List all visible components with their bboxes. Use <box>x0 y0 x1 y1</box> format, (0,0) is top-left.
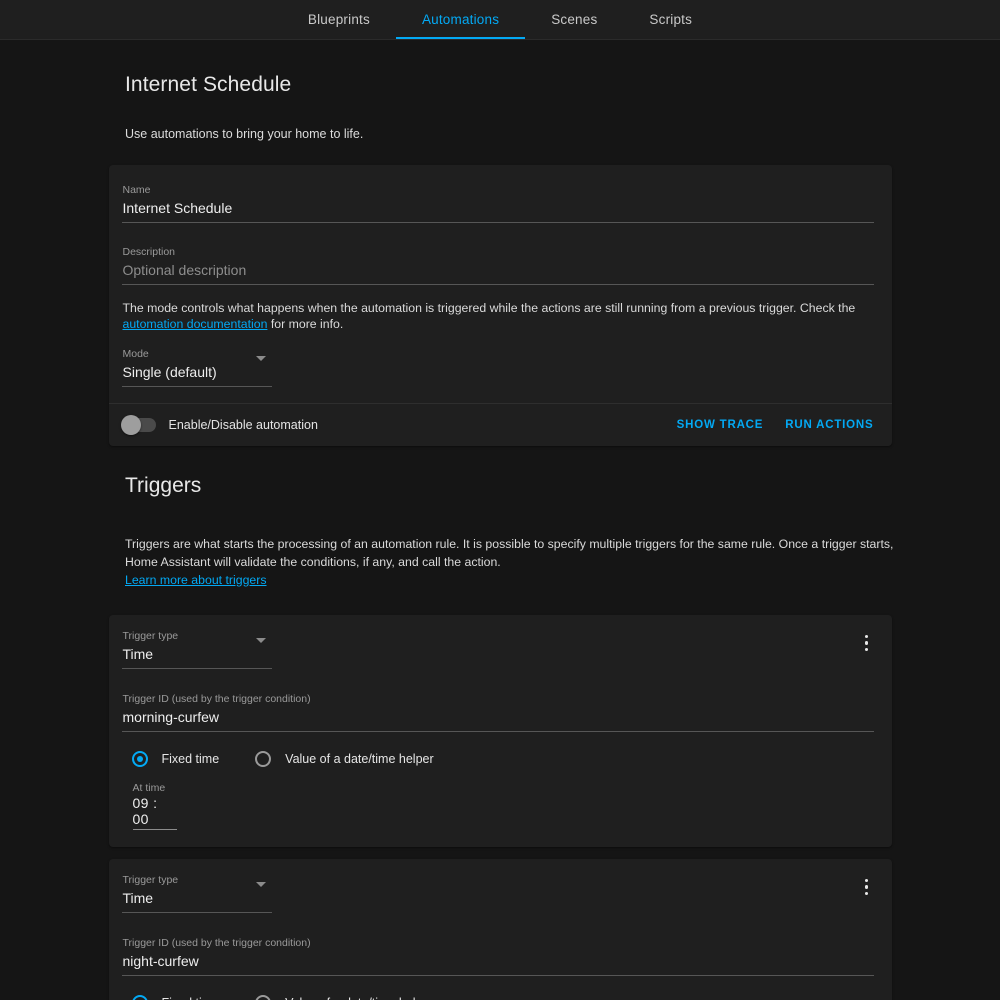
trigger-overflow-menu-icon[interactable] <box>856 628 878 658</box>
config-card-body: Name Internet Schedule Description Optio… <box>109 165 892 403</box>
mode-note: The mode controls what happens when the … <box>123 301 874 332</box>
trigger-id-label: Trigger ID (used by the trigger conditio… <box>122 937 311 949</box>
page-subtitle: Use automations to bring your home to li… <box>125 127 364 141</box>
at-time-input[interactable]: 09 : 00 <box>132 795 177 830</box>
tab-automations[interactable]: Automations <box>395 0 526 39</box>
radio-datetime-helper-label: Value of a date/time helper <box>285 752 434 766</box>
description-input[interactable]: Optional description <box>121 259 874 285</box>
radio-fixed-time[interactable] <box>131 995 148 1000</box>
footer-actions: SHOW TRACE RUN ACTIONS <box>677 419 874 431</box>
trigger-overflow-menu-icon[interactable] <box>856 872 878 902</box>
trigger-type-label: Trigger type <box>122 874 179 886</box>
trigger-type-label: Trigger type <box>122 630 179 642</box>
mode-select-value[interactable]: Single (default) <box>121 361 272 387</box>
tab-scripts[interactable]: Scripts <box>623 0 718 39</box>
page-title: Internet Schedule <box>125 73 292 96</box>
trigger-card: Trigger type Time Trigger ID (used by th… <box>108 615 892 847</box>
triggers-description-text: Triggers are what starts the processing … <box>125 537 894 569</box>
learn-more-about-triggers-link[interactable]: Learn more about triggers <box>125 573 267 587</box>
toggle-knob <box>120 415 141 435</box>
radio-fixed-time[interactable] <box>131 751 148 767</box>
trigger-type-select[interactable]: Trigger type Time <box>121 629 272 669</box>
tab-blueprints[interactable]: Blueprints <box>282 0 396 39</box>
chevron-down-icon <box>255 638 266 643</box>
automation-editor-page: Internet Schedule Use automations to bri… <box>0 73 1000 1000</box>
enable-disable-label: Enable/Disable automation <box>168 418 318 432</box>
trigger-mode-radio-group: Fixed time Value of a date/time helper <box>131 995 874 1000</box>
at-time-label: At time <box>132 782 166 794</box>
description-field-label: Description <box>122 246 176 258</box>
trigger-id-label: Trigger ID (used by the trigger conditio… <box>122 693 311 705</box>
trigger-type-value[interactable]: Time <box>121 887 272 913</box>
trigger-id-input[interactable]: night-curfew <box>121 950 874 976</box>
trigger-id-field[interactable]: Trigger ID (used by the trigger conditio… <box>121 932 874 976</box>
dot <box>864 878 869 883</box>
dot <box>864 885 869 889</box>
dot <box>864 647 869 652</box>
dot <box>864 634 869 639</box>
description-field[interactable]: Description Optional description <box>121 241 874 285</box>
mode-note-text-start: The mode controls what happens when the … <box>122 301 856 315</box>
triggers-section-description: Triggers are what starts the processing … <box>125 535 900 589</box>
automation-config-card: Name Internet Schedule Description Optio… <box>108 165 892 446</box>
show-trace-button[interactable]: SHOW TRACE <box>677 419 764 431</box>
mode-select[interactable]: Mode Single (default) <box>121 347 272 387</box>
name-input[interactable]: Internet Schedule <box>121 197 874 223</box>
trigger-type-select[interactable]: Trigger type Time <box>121 873 272 913</box>
automation-documentation-link[interactable]: automation documentation <box>123 317 268 331</box>
radio-fixed-time-label: Fixed time <box>161 752 220 766</box>
tab-scenes[interactable]: Scenes <box>525 0 623 39</box>
radio-datetime-helper-label: Value of a date/time helper <box>285 996 433 1000</box>
mode-select-label: Mode <box>122 348 149 360</box>
trigger-mode-radio-group: Fixed time Value of a date/time helper <box>131 751 874 767</box>
name-field-label: Name <box>122 184 151 196</box>
trigger-id-field[interactable]: Trigger ID (used by the trigger conditio… <box>121 688 874 732</box>
chevron-down-icon <box>255 356 266 361</box>
dot <box>864 891 869 896</box>
triggers-section-title: Triggers <box>125 474 202 497</box>
radio-fixed-time-label: Fixed time <box>162 996 220 1000</box>
radio-datetime-helper[interactable] <box>255 995 272 1000</box>
radio-datetime-helper[interactable] <box>255 751 272 767</box>
trigger-type-value[interactable]: Time <box>121 643 272 669</box>
enable-disable-toggle[interactable] <box>120 415 156 435</box>
run-actions-button[interactable]: RUN ACTIONS <box>785 419 873 431</box>
mode-note-text-end: for more info. <box>267 316 344 331</box>
main-tab-bar: Blueprints Automations Scenes Scripts <box>0 0 1000 40</box>
trigger-id-input[interactable]: morning-curfew <box>121 706 874 732</box>
name-field[interactable]: Name Internet Schedule <box>121 179 874 223</box>
config-card-footer: Enable/Disable automation SHOW TRACE RUN… <box>108 403 892 446</box>
trigger-card: Trigger type Time Trigger ID (used by th… <box>108 859 892 1000</box>
chevron-down-icon <box>255 882 266 887</box>
dot <box>864 641 869 645</box>
